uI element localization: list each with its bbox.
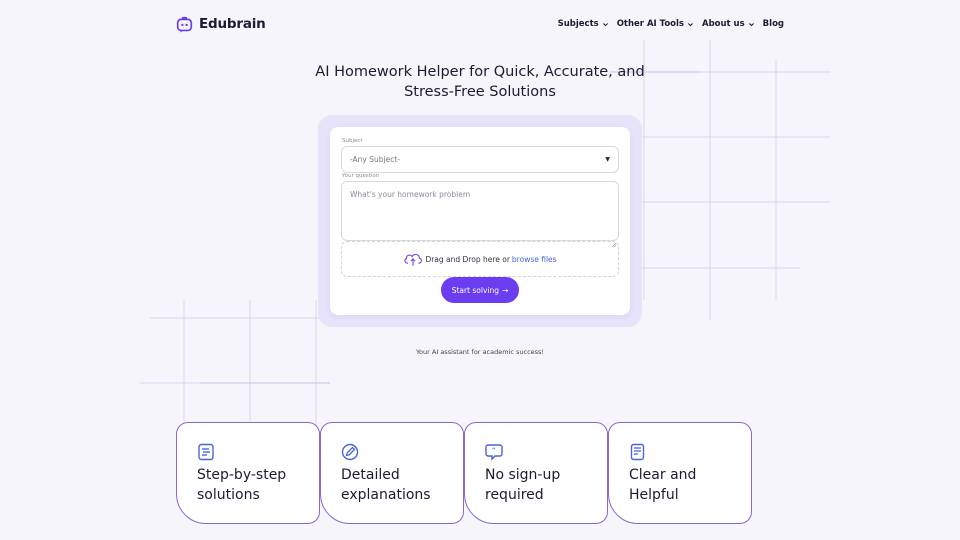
start-solving-label: Start solving: [451, 285, 500, 295]
feature-title-line-2: explanations: [341, 487, 431, 503]
tagline: Your AI assistant for academic success!: [415, 348, 545, 356]
feature-title: Clear and Helpful: [629, 465, 749, 505]
chevron-down-icon: [748, 21, 755, 28]
feature-title-line-1: Step-by-step: [197, 467, 287, 483]
feature-title-line-2: required: [485, 487, 544, 503]
feature-title: Step-by-step solutions: [197, 465, 317, 505]
nav-subjects-label: Subjects: [557, 19, 599, 29]
chevron-down-icon: [687, 21, 694, 28]
list-icon: [197, 443, 215, 461]
subject-select[interactable]: -Any Subject- ▼: [341, 146, 619, 173]
feature-title-line-2: solutions: [197, 487, 260, 503]
arrow-right-icon: →: [502, 285, 509, 295]
main-nav: Subjects Other AI Tools About us Blog: [558, 19, 784, 29]
file-dropzone[interactable]: Drag and Drop here or browse files: [341, 241, 619, 277]
top-header: Edubrain Subjects Other AI Tools About u…: [176, 14, 784, 34]
feature-card-step-by-step: Step-by-step solutions: [176, 422, 320, 524]
feature-title-line-1: Clear and: [629, 467, 697, 483]
nav-about-us[interactable]: About us: [702, 19, 755, 29]
nav-about-us-label: About us: [701, 19, 745, 29]
browse-files-link[interactable]: browse files: [512, 255, 557, 264]
chevron-down-icon: [602, 21, 609, 28]
feature-card-no-signup: “ No sign-up required: [464, 422, 608, 524]
feature-title: Detailed explanations: [341, 465, 461, 505]
page-title: AI Homework Helper for Quick, Accurate, …: [300, 62, 660, 102]
page-title-line-1: AI Homework Helper for Quick, Accurate, …: [315, 64, 645, 80]
question-input[interactable]: [341, 181, 619, 241]
dropzone-text: Drag and Drop here or: [425, 254, 510, 264]
feature-cards: Step-by-step solutions Detailed explanat…: [176, 422, 752, 524]
pencil-icon: [341, 443, 359, 461]
resize-handle-icon[interactable]: [611, 233, 617, 248]
svg-text:“: “: [492, 447, 496, 456]
question-label: Your question: [342, 173, 380, 179]
feature-card-clear: Clear and Helpful: [608, 422, 752, 524]
feature-card-detailed: Detailed explanations: [320, 422, 464, 524]
feature-title-line-1: Detailed: [341, 467, 400, 483]
brand-logo[interactable]: Edubrain: [176, 16, 266, 33]
nav-other-ai-tools-label: Other AI Tools: [616, 19, 684, 29]
nav-blog[interactable]: Blog: [763, 19, 784, 29]
start-solving-button[interactable]: Start solving →: [441, 277, 519, 303]
subject-label: Subject: [342, 138, 363, 144]
nav-subjects[interactable]: Subjects: [558, 19, 609, 29]
nav-blog-label: Blog: [762, 19, 784, 29]
page-title-line-2: Stress-Free Solutions: [404, 84, 556, 100]
robot-logo-icon: [176, 16, 193, 33]
subject-select-value: -Any Subject-: [350, 155, 400, 164]
homework-form: Subject -Any Subject- ▼ Your question Dr…: [330, 127, 630, 315]
feature-title-line-1: No sign-up: [485, 467, 561, 483]
cloud-upload-icon: [403, 251, 423, 267]
quote-icon: “: [485, 443, 503, 461]
feature-title-line-2: Helpful: [629, 487, 679, 503]
brand-name: Edubrain: [199, 16, 266, 32]
document-icon: [629, 443, 647, 461]
feature-title: No sign-up required: [485, 465, 605, 505]
nav-other-ai-tools[interactable]: Other AI Tools: [617, 19, 694, 29]
caret-down-icon: ▼: [605, 156, 610, 163]
